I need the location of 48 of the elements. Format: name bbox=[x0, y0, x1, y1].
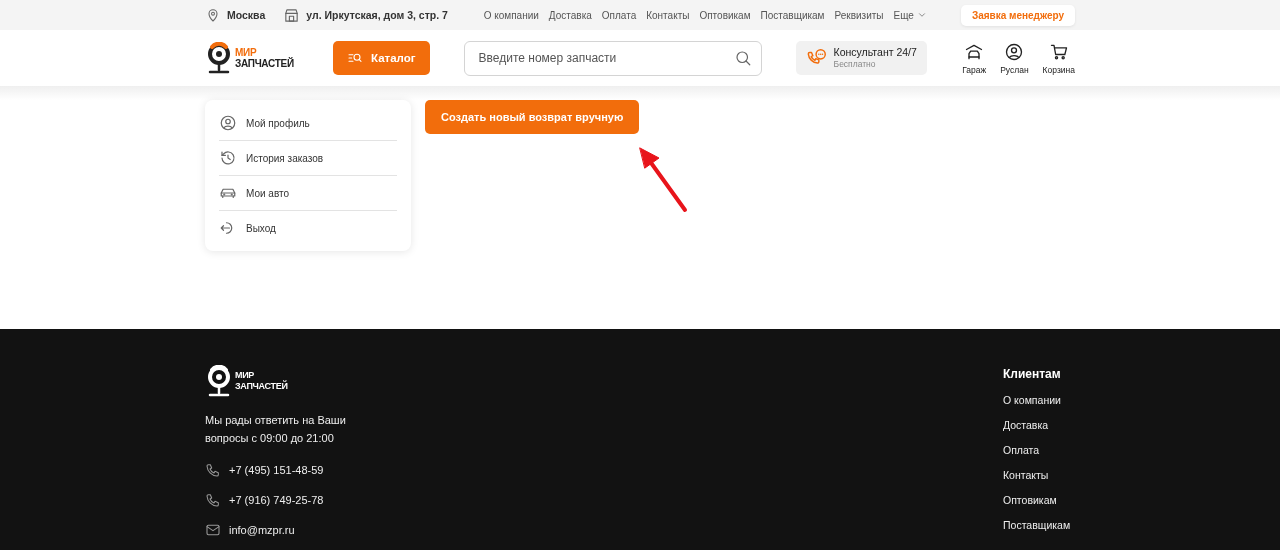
footer-link[interactable]: О компании bbox=[1003, 387, 1075, 412]
garage-link[interactable]: Гараж bbox=[962, 41, 987, 75]
logo-text: МИР bbox=[235, 47, 257, 58]
phone-icon bbox=[205, 492, 221, 508]
nav-link[interactable]: Оптовикам bbox=[699, 9, 751, 21]
footer-link[interactable]: Контакты bbox=[1003, 462, 1075, 487]
footer-text: Мы рады ответить на Ваши вопросы с 09:00 до 21:00 bbox=[205, 413, 346, 446]
nav-link[interactable]: Реквизиты bbox=[834, 9, 884, 21]
chevron-down-icon bbox=[916, 10, 927, 20]
phone-link[interactable]: +7 (495) 151-48-59 bbox=[205, 455, 346, 485]
footer-heading: Клиентам bbox=[1003, 367, 1062, 381]
pin-icon bbox=[205, 7, 221, 23]
logo-text: ЗАПЧАСТЕЙ bbox=[235, 381, 288, 392]
sidebar-item[interactable]: Выход bbox=[219, 211, 397, 245]
user-icon bbox=[1004, 41, 1025, 62]
more-menu[interactable]: Еще bbox=[893, 9, 927, 21]
email-link[interactable]: info@mzpr.ru bbox=[205, 515, 346, 545]
nav-link[interactable]: Доставка bbox=[548, 9, 592, 21]
logo-text: МИР bbox=[235, 370, 256, 380]
search-field[interactable]: Введите номер запчасти bbox=[463, 40, 762, 76]
footer-link[interactable]: Оптовикам bbox=[1003, 487, 1075, 512]
sidebar-item[interactable]: Мой профиль bbox=[219, 106, 397, 141]
cart-link[interactable]: Корзина bbox=[1042, 41, 1075, 75]
logo-pin-icon bbox=[205, 42, 233, 74]
sidebar-item[interactable]: Мои авто bbox=[219, 176, 397, 211]
sidebar-item[interactable]: История заказов bbox=[219, 141, 397, 176]
nav-link[interactable]: Поставщикам bbox=[760, 9, 825, 21]
footer-link[interactable]: Доставка bbox=[1003, 412, 1075, 437]
phone-link[interactable]: +7 (916) 749-25-78 bbox=[205, 485, 346, 515]
user-link[interactable]: Руслан bbox=[1000, 41, 1029, 75]
search-icon bbox=[733, 48, 752, 67]
consultant-subtitle: Бесплатно bbox=[833, 58, 877, 70]
user-icon bbox=[219, 114, 237, 132]
consultant-title: Консультант 24/7 bbox=[833, 46, 917, 58]
consultant-button[interactable]: Консультант 24/7 Бесплатно bbox=[795, 41, 927, 75]
history-icon bbox=[219, 149, 237, 167]
footer-link[interactable]: Поставщикам bbox=[1003, 512, 1075, 537]
nav-link[interactable]: Контакты bbox=[646, 9, 690, 21]
shop-icon bbox=[283, 6, 301, 24]
footer-link[interactable]: Оплата bbox=[1003, 437, 1075, 462]
logo-pin-icon bbox=[205, 365, 233, 397]
nav-link[interactable]: О компании bbox=[483, 9, 539, 21]
nav-link[interactable]: Оплата bbox=[601, 9, 637, 21]
phone-icon bbox=[205, 462, 221, 478]
mail-icon bbox=[205, 522, 221, 538]
logo-text: ЗАПЧАСТЕЙ bbox=[235, 58, 294, 69]
city-label[interactable]: Москва bbox=[227, 9, 266, 21]
address-label: ул. Иркутская, дом 3, стр. 7 bbox=[306, 9, 448, 21]
